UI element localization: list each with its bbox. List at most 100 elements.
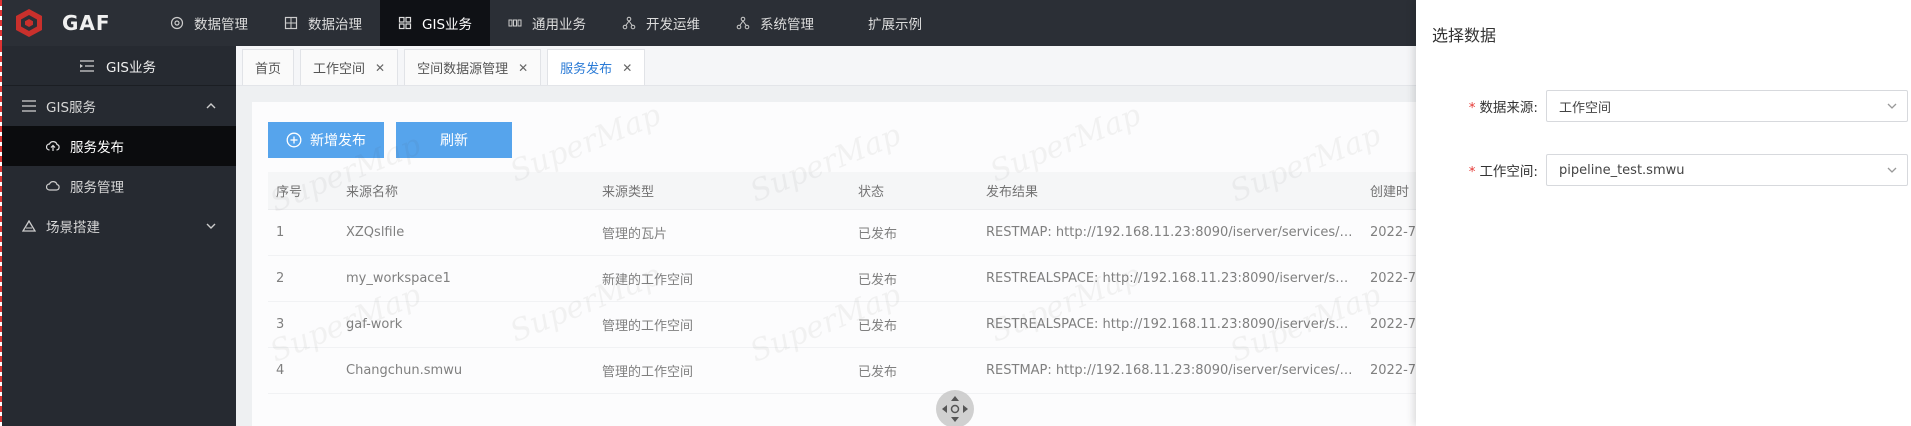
chevron-down-icon <box>1887 167 1897 173</box>
table-cell: 2022-7 <box>1370 363 1416 378</box>
app-logo-text: GAF <box>62 11 111 35</box>
sidebar-title[interactable]: GIS业务 <box>0 46 236 86</box>
sidebar: GIS业务 GIS服务 服务发布 服务管理 场景搭建 <box>0 46 236 426</box>
form-label: * 数据来源: <box>1416 96 1546 116</box>
content-panel: 新增发布 刷新 序号 来源名称 来源类型 状态 发布结果 创建时 1 XZQsl… <box>252 102 1416 426</box>
table-cell: 管理的瓦片 <box>602 227 668 242</box>
table-cell: 已发布 <box>858 319 898 334</box>
tab-home[interactable]: 首页 <box>242 49 295 85</box>
table-cell: my_workspace1 <box>346 271 451 286</box>
map-grid-icon <box>398 16 412 30</box>
column-header[interactable]: 来源名称 <box>346 181 602 200</box>
bars-icon <box>508 19 522 27</box>
nav-label: 开发运维 <box>646 17 701 33</box>
sidebar-item-label: 服务管理 <box>70 180 124 196</box>
close-icon[interactable]: ✕ <box>375 61 385 75</box>
sidebar-group-label: GIS服务 <box>46 100 97 116</box>
tab-label: 服务发布 <box>560 62 613 77</box>
drawer-title: 选择数据 <box>1432 26 1497 45</box>
tab-label: 首页 <box>255 62 282 77</box>
table-cell: Changchun.smwu <box>346 363 463 378</box>
page-tabs: 首页 工作空间 ✕ 空间数据源管理 ✕ 服务发布 ✕ <box>236 46 1416 86</box>
database-icon <box>170 16 184 30</box>
column-header[interactable]: 创建时 <box>1370 181 1416 200</box>
sidebar-item-service-management[interactable]: 服务管理 <box>0 166 236 206</box>
select-data-drawer: 选择数据 * 数据来源: 工作空间 * 工作空间: pipeline_test.sm… <box>1416 0 1911 426</box>
menu-fold-icon[interactable] <box>79 59 94 72</box>
app-logo[interactable]: GAF <box>0 0 152 46</box>
table-cell: 1 <box>276 225 285 240</box>
nav-label: 数据治理 <box>308 17 362 33</box>
nav-devops[interactable]: 开发运维 <box>604 0 718 46</box>
sidebar-group-scene-building[interactable]: 场景搭建 <box>0 206 236 246</box>
nav-label: 通用业务 <box>532 17 587 33</box>
sidebar-item-label: 服务发布 <box>70 140 124 156</box>
nav-gis-business[interactable]: GIS业务 <box>380 0 491 46</box>
warning-triangle-icon <box>22 220 36 232</box>
table-cell: RESTMAP: http://192.168.11.23:8090/iserv… <box>986 225 1370 240</box>
chevron-down-icon <box>1887 103 1897 109</box>
nav-label: GIS业务 <box>422 17 473 33</box>
form-label-text: 工作空间: <box>1479 164 1538 180</box>
table-cell: 2022-7 <box>1370 225 1416 240</box>
add-publish-button[interactable]: 新增发布 <box>268 122 384 158</box>
nodes-icon <box>622 16 636 30</box>
close-icon[interactable]: ✕ <box>622 61 632 75</box>
cloud-upload-icon <box>46 141 60 151</box>
column-header[interactable]: 发布结果 <box>986 181 1370 200</box>
table-cell: 2022-7 <box>1370 317 1416 332</box>
column-header[interactable]: 序号 <box>268 181 346 200</box>
form-row-data-source: * 数据来源: 工作空间 <box>1416 90 1911 122</box>
table-row[interactable]: 2 my_workspace1 新建的工作空间 已发布 RESTREALSPAC… <box>268 256 1416 302</box>
cloud-icon <box>46 181 60 191</box>
main-content: 新增发布 刷新 序号 来源名称 来源类型 状态 发布结果 创建时 1 XZQsl… <box>236 86 1416 426</box>
table-header: 序号 来源名称 来源类型 状态 发布结果 创建时 <box>268 172 1416 210</box>
sidebar-item-service-publish[interactable]: 服务发布 <box>0 126 236 166</box>
required-mark: * <box>1468 100 1476 116</box>
column-header[interactable]: 状态 <box>858 181 986 200</box>
refresh-label: 刷新 <box>440 133 468 149</box>
workspace-select[interactable]: pipeline_test.smwu <box>1546 154 1908 186</box>
sidebar-group-label: 场景搭建 <box>46 220 100 236</box>
column-header[interactable]: 来源类型 <box>602 181 858 200</box>
add-publish-label: 新增发布 <box>310 133 366 149</box>
table-cell: XZQslfile <box>346 225 405 240</box>
tab-label: 工作空间 <box>313 62 366 77</box>
tab-spatial-datasource[interactable]: 空间数据源管理 ✕ <box>404 49 542 85</box>
table-cell: 3 <box>276 317 285 332</box>
tab-service-publish[interactable]: 服务发布 ✕ <box>547 49 646 85</box>
table-cell: 2 <box>276 271 285 286</box>
tab-label: 空间数据源管理 <box>417 62 509 77</box>
refresh-button[interactable]: 刷新 <box>396 122 512 158</box>
table-row[interactable]: 4 Changchun.smwu 管理的工作空间 已发布 RESTMAP: ht… <box>268 348 1416 394</box>
move-arrows-icon <box>942 396 968 422</box>
sidebar-group-gis-service[interactable]: GIS服务 <box>0 86 236 126</box>
table-cell: RESTMAP: http://192.168.11.23:8090/iserv… <box>986 363 1370 378</box>
nav-system-management[interactable]: 系统管理 <box>718 0 832 46</box>
table-cell: 4 <box>276 363 285 378</box>
table-row[interactable]: 1 XZQslfile 管理的瓦片 已发布 RESTMAP: http://19… <box>268 210 1416 256</box>
grid-icon <box>284 16 298 30</box>
table-cell: 管理的工作空间 <box>602 319 694 334</box>
tab-workspace[interactable]: 工作空间 ✕ <box>300 49 399 85</box>
close-icon[interactable]: ✕ <box>518 61 528 75</box>
table-cell: 管理的工作空间 <box>602 365 694 380</box>
plus-circle-icon <box>286 132 302 148</box>
table-cell: gaf-work <box>346 317 403 332</box>
chevron-up-icon <box>206 103 216 109</box>
drag-move-handle[interactable] <box>936 390 974 426</box>
table-row[interactable]: 3 gaf-work 管理的工作空间 已发布 RESTREALSPACE: ht… <box>268 302 1416 348</box>
nav-data-management[interactable]: 数据管理 <box>152 0 266 46</box>
nodes-icon <box>736 16 750 30</box>
nav-data-governance[interactable]: 数据治理 <box>266 0 380 46</box>
list-icon <box>22 100 36 112</box>
nav-label: 扩展示例 <box>868 17 923 33</box>
required-mark: * <box>1468 164 1476 180</box>
table-cell: 已发布 <box>858 273 898 288</box>
nav-label: 系统管理 <box>760 17 815 33</box>
nav-general-business[interactable]: 通用业务 <box>490 0 604 46</box>
nav-extension-examples[interactable]: 扩展示例 <box>832 0 940 46</box>
table-cell: 2022-7 <box>1370 271 1416 286</box>
gaf-logo-icon <box>16 9 42 37</box>
data-source-select[interactable]: 工作空间 <box>1546 90 1908 122</box>
